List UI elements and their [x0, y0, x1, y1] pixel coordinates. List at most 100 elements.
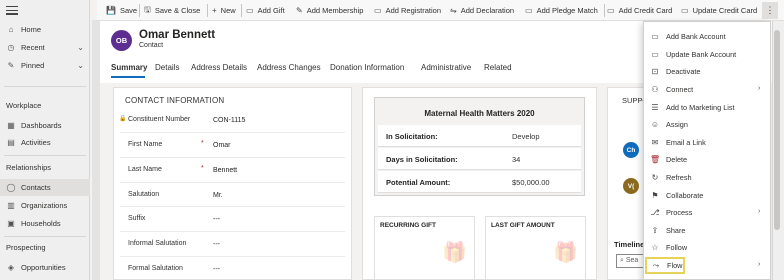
sidebar-item-activities[interactable]: ▤ Activities: [0, 134, 90, 151]
command-label: Save: [119, 6, 138, 15]
campaign-row-value: Develop: [512, 132, 540, 141]
field-label-first-name: First Name: [128, 141, 163, 148]
tab-address-details[interactable]: Address Details: [191, 63, 247, 72]
sidebar-item-label: Contacts: [21, 183, 51, 192]
command-add-gift-button[interactable]: ▭ Add Gift: [246, 0, 285, 21]
sidebar-item-label: Households: [21, 219, 61, 228]
command-add-declaration-button[interactable]: ⇋ Add Declaration: [450, 0, 514, 21]
campaign-row-label: Potential Amount:: [386, 178, 451, 187]
command-save-close-button[interactable]: 🖫 Save & Close: [144, 0, 200, 21]
gift-icon: 🎁: [553, 242, 578, 264]
refresh-icon: ↻: [651, 173, 659, 183]
tab-related[interactable]: Related: [484, 63, 512, 72]
field-value-formal-salutation[interactable]: ---: [213, 266, 220, 273]
field-value-salutation[interactable]: Mr.: [213, 192, 223, 199]
menu-item-label: Process: [666, 208, 693, 218]
sidebar-section-title: Workplace: [6, 101, 42, 110]
tab-address-changes[interactable]: Address Changes: [257, 63, 321, 72]
menu-item-process[interactable]: ⎇ Process: [646, 204, 768, 222]
command-add-registration-button[interactable]: ▭ Add Registration: [374, 0, 441, 21]
record-type: Contact: [139, 42, 164, 49]
scrollbar-thumb[interactable]: [774, 30, 780, 230]
supporter-avatar[interactable]: V(: [623, 178, 639, 194]
tab-donation-information[interactable]: Donation Information: [330, 63, 404, 72]
campaign-row-value: 34: [512, 155, 521, 164]
active-tab-underline: [111, 76, 145, 78]
menu-item-deactivate[interactable]: ⊡ Deactivate: [646, 63, 768, 81]
dashboard-icon: ▦: [7, 121, 15, 130]
command-separator: [241, 4, 242, 17]
menu-item-add-to-marketing-list[interactable]: ☰ Add to Marketing List: [646, 98, 768, 116]
field-divider: [120, 182, 345, 183]
menu-item-follow[interactable]: ☆ Follow: [646, 239, 768, 257]
command-separator: [139, 4, 140, 17]
hamburger-menu-icon[interactable]: [6, 6, 18, 16]
sidebar-item-recent[interactable]: ◷ Recent ⌄: [0, 39, 90, 56]
collaborate-icon: ⚑: [651, 190, 659, 200]
gift-icon: 🎁: [442, 242, 467, 264]
supporter-avatar[interactable]: Ch: [623, 142, 639, 158]
required-indicator: *: [201, 140, 204, 147]
menu-item-label: Deactivate: [666, 67, 701, 77]
opportunity-icon: ◈: [7, 263, 15, 272]
record-name: Omar Bennett: [139, 29, 216, 41]
command-separator: [207, 4, 208, 17]
menu-item-add-bank-account[interactable]: ▭ Add Bank Account: [646, 28, 768, 46]
page-scroll-strip: [92, 20, 100, 280]
command-label: New: [220, 6, 236, 15]
menu-item-collaborate[interactable]: ⚑ Collaborate: [646, 186, 768, 204]
pledge-match-icon: ▭: [525, 6, 533, 15]
sidebar-item-dashboards[interactable]: ▦ Dashboards: [0, 117, 90, 134]
save-close-icon: 🖫: [144, 4, 151, 14]
tab-details[interactable]: Details: [155, 63, 179, 72]
save-icon: 💾: [106, 6, 116, 15]
menu-item-label: Delete: [666, 155, 688, 165]
menu-item-refresh[interactable]: ↻ Refresh: [646, 169, 768, 187]
command-update-credit-card-button[interactable]: ▭ Update Credit Card: [681, 0, 757, 21]
more-commands-button[interactable]: ⋮: [762, 2, 778, 19]
chevron-down-icon[interactable]: ⌄: [77, 43, 84, 52]
chevron-right-icon: ›: [758, 208, 761, 215]
menu-item-share[interactable]: ⇪ Share: [646, 222, 768, 240]
command-add-membership-button[interactable]: ✎ Add Membership: [296, 0, 363, 21]
tab-administrative[interactable]: Administrative: [421, 63, 471, 72]
field-value-first-name[interactable]: Omar: [213, 142, 231, 149]
sidebar-item-pinned[interactable]: ✎ Pinned ⌄: [0, 57, 90, 74]
bank-update-icon: ▭: [651, 49, 659, 59]
sidebar-item-opportunities[interactable]: ◈ Opportunities: [0, 259, 90, 276]
sidebar-item-organizations[interactable]: ▥ Organizations: [0, 197, 90, 214]
command-save-button[interactable]: 💾 Save: [106, 0, 137, 21]
field-value-last-name[interactable]: Bennett: [213, 167, 237, 174]
sidebar-item-label: Opportunities: [21, 263, 66, 272]
menu-item-email-a-link[interactable]: ✉ Email a Link: [646, 134, 768, 152]
field-value-suffix[interactable]: ---: [213, 216, 220, 223]
field-value-informal-salutation[interactable]: ---: [213, 241, 220, 248]
sidebar-item-label: Home: [21, 25, 42, 34]
sidebar-divider: [4, 155, 86, 156]
command-label: Add Membership: [306, 6, 364, 15]
menu-item-update-bank-account[interactable]: ▭ Update Bank Account: [646, 46, 768, 64]
command-add-pledge-match-button[interactable]: ▭ Add Pledge Match: [525, 0, 598, 21]
activities-icon: ▤: [7, 138, 15, 147]
avatar: OB: [111, 30, 132, 51]
command-new-button[interactable]: + New: [212, 0, 236, 21]
field-label-constituent-number: Constituent Number: [128, 116, 191, 123]
campaign-row-label: Days in Solicitation:: [386, 155, 458, 164]
menu-item-flow[interactable]: ⤳ Flow: [645, 256, 685, 275]
chevron-down-icon[interactable]: ⌄: [77, 61, 84, 70]
command-add-credit-card-button[interactable]: ▭ Add Credit Card: [607, 0, 672, 21]
email-icon: ✉: [651, 137, 659, 147]
person-icon: ◯: [6, 183, 16, 192]
field-label-informal-salutation: Informal Salutation: [128, 240, 187, 247]
timeline-label: Timeline: [614, 240, 645, 249]
sidebar-section-title: Prospecting: [6, 243, 46, 252]
menu-item-delete[interactable]: 🗑 Delete: [646, 151, 768, 169]
menu-item-assign[interactable]: ☺ Assign: [646, 116, 768, 134]
command-label: Update Credit Card: [692, 6, 758, 15]
chevron-right-icon: ›: [758, 260, 761, 268]
tab-summary[interactable]: Summary: [111, 63, 147, 72]
menu-item-connect[interactable]: ⚇ Connect: [646, 81, 768, 99]
sidebar-item-home[interactable]: ⌂ Home: [0, 21, 90, 38]
sidebar-item-households[interactable]: ▣ Households: [0, 215, 90, 232]
sidebar-item-contacts[interactable]: ◯ Contacts: [0, 179, 90, 196]
